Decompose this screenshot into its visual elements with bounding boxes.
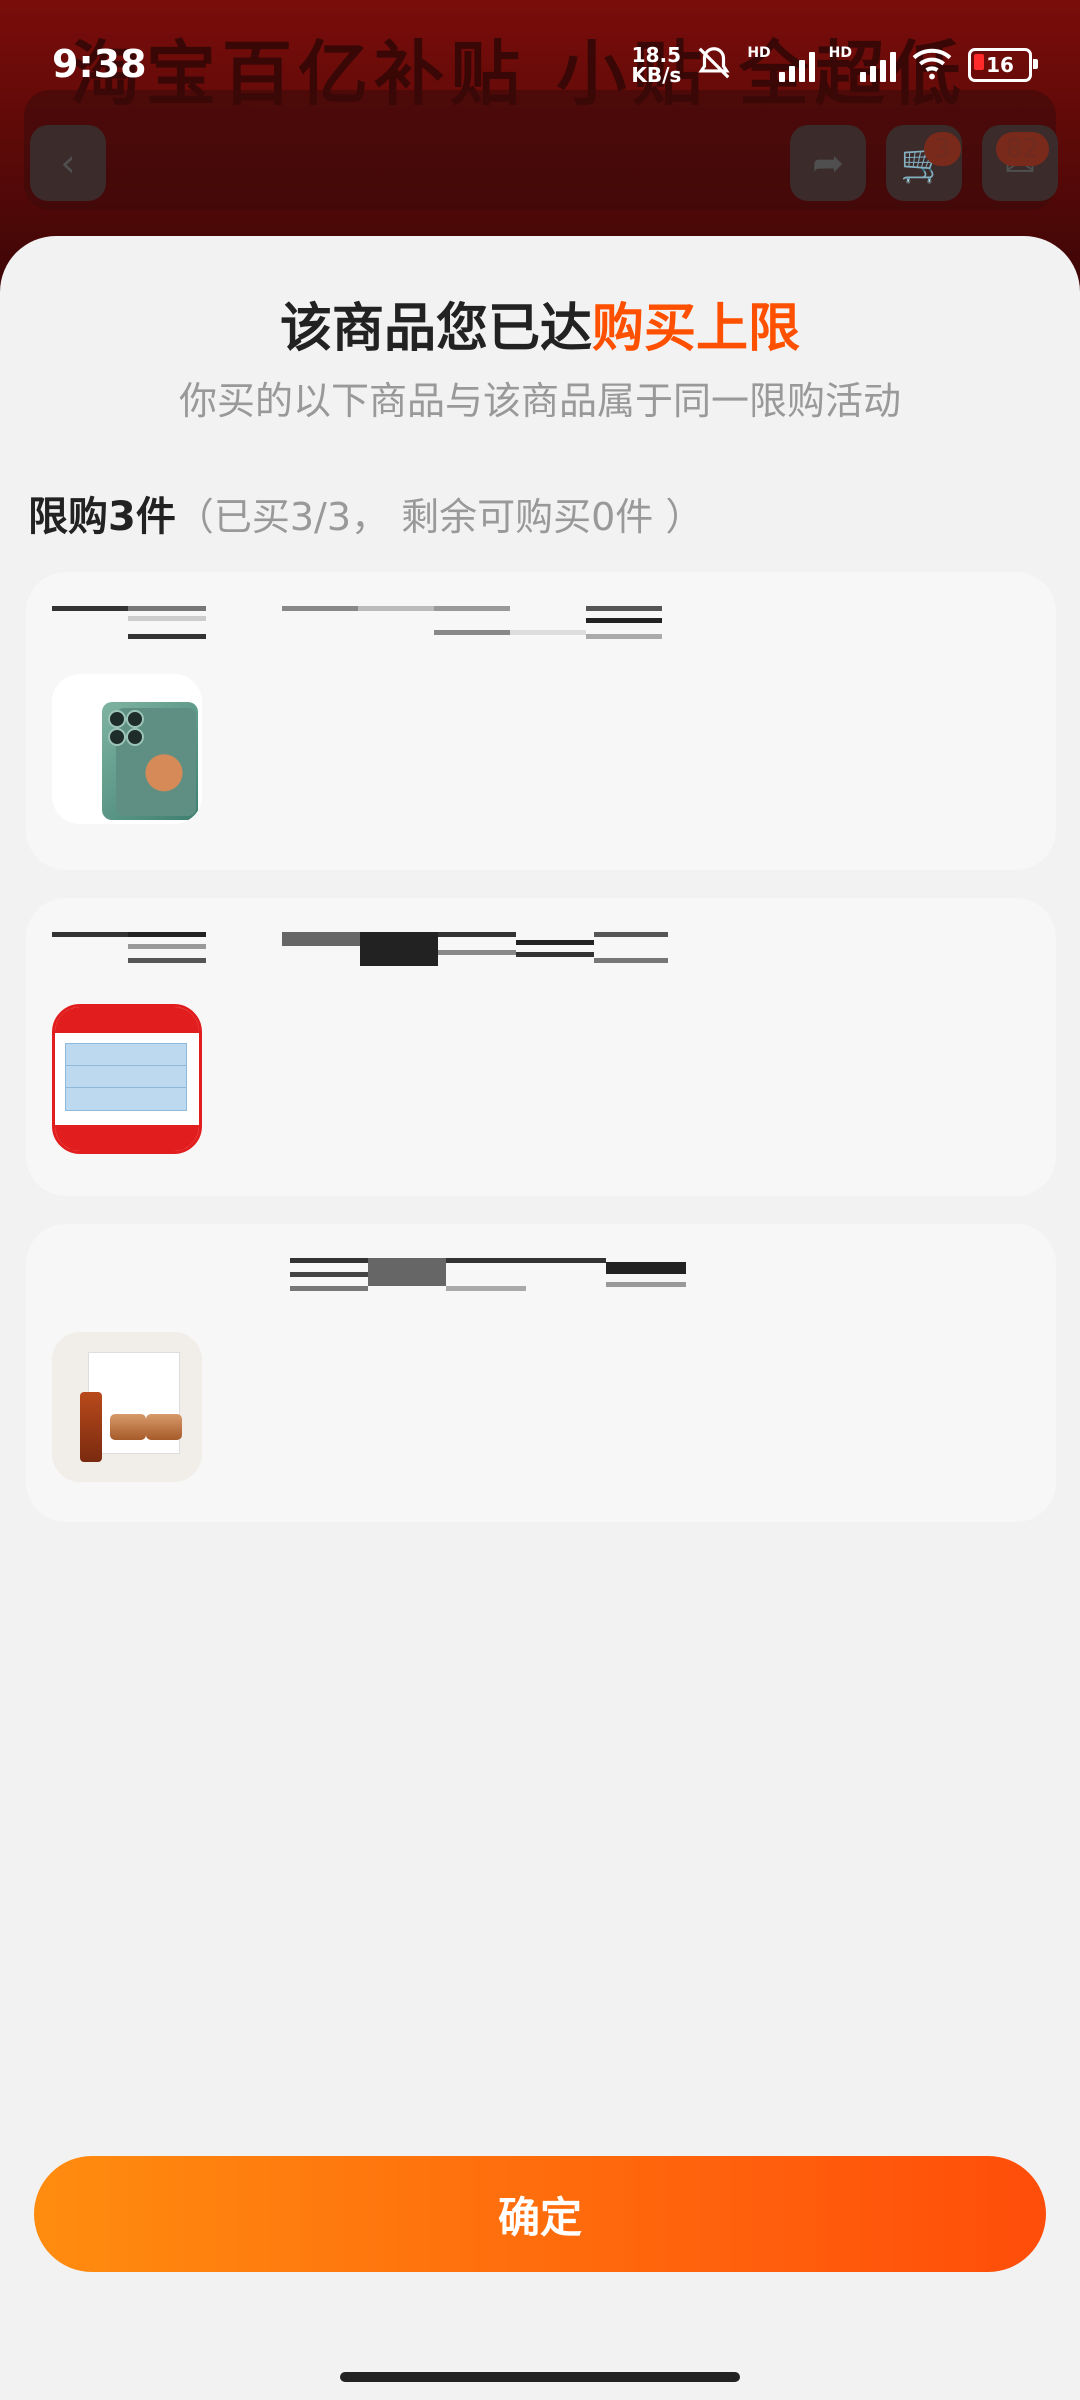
- limit-info: 限购3件（已买3/3， 剩余可购买0件 ）: [28, 484, 703, 542]
- home-indicator[interactable]: [340, 2372, 740, 2382]
- wifi-icon: [910, 45, 954, 85]
- network-speed: 18.5 KB/s: [631, 43, 682, 87]
- confirm-button[interactable]: 确定: [34, 2156, 1046, 2272]
- sheet-subtitle: 你买的以下商品与该商品属于同一限购活动: [178, 379, 901, 423]
- redacted-product-title: [282, 932, 668, 970]
- limit-label: 限购3件: [28, 494, 176, 540]
- signal-icon-2: [860, 48, 896, 82]
- battery-icon: 16: [968, 48, 1038, 82]
- status-icons: 18.5 KB/s HD HD 16: [631, 43, 1038, 87]
- status-bar: 9:38 18.5 KB/s HD HD 16: [0, 0, 1080, 140]
- phone-image: [52, 674, 202, 824]
- product-card[interactable]: [26, 572, 1056, 870]
- product-card[interactable]: [26, 1224, 1056, 1522]
- redacted-product-title: [282, 606, 662, 644]
- mute-bell-icon: [695, 44, 733, 86]
- wipes-image: [52, 1004, 202, 1154]
- status-time: 9:38: [52, 42, 147, 86]
- product-card[interactable]: [26, 898, 1056, 1196]
- purchase-limit-sheet: 该商品您已达购买上限 你买的以下商品与该商品属于同一限购活动 限购3件（已买3/…: [0, 236, 1080, 2400]
- redacted-shop-name: [52, 932, 206, 963]
- cosmetics-image: [52, 1332, 202, 1482]
- limit-detail: （已买3/3， 剩余可购买0件 ）: [175, 495, 704, 539]
- redacted-product-title: [290, 1258, 706, 1296]
- redacted-shop-name: [52, 606, 206, 639]
- signal-icon: [778, 48, 815, 82]
- title-accent: 购买上限: [592, 299, 801, 359]
- hd-label-2: HD: [828, 45, 852, 61]
- sheet-title: 该商品您已达购买上限: [279, 299, 801, 359]
- hd-label: HD: [747, 45, 771, 61]
